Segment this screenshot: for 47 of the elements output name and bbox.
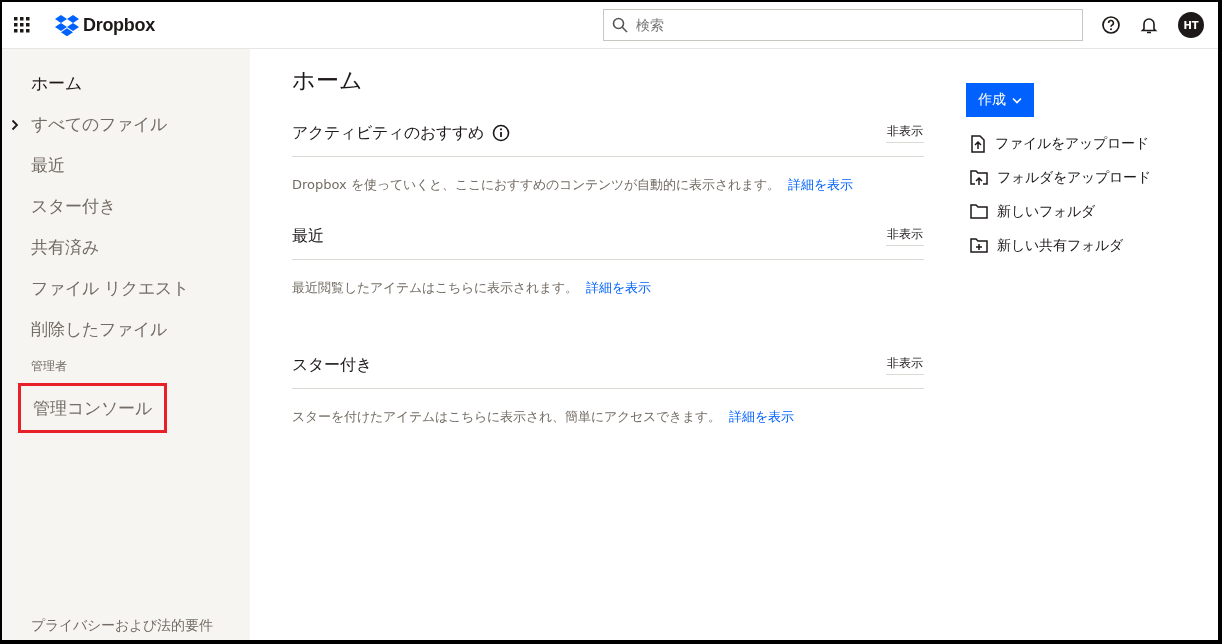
sidebar-item[interactable]: すべてのファイル xyxy=(2,104,250,145)
create-button[interactable]: 作成 xyxy=(966,83,1034,117)
search-field[interactable]: 検索 xyxy=(603,9,1083,41)
action-item[interactable]: ファイルをアップロード xyxy=(966,127,1151,161)
section-heading: 管理者 xyxy=(30,358,68,375)
section-message: 最近閲覧したアイテムはこちらに表示されます。 xyxy=(292,279,578,297)
user-avatar[interactable]: HT xyxy=(1178,12,1204,38)
action-item[interactable]: フォルダをアップロード xyxy=(966,161,1151,195)
section-message: スターを付けたアイテムはこちらに表示され、簡単にアクセスできます。 xyxy=(292,408,721,426)
privacy-link[interactable]: プライバシーおよび法的要件 xyxy=(31,614,216,636)
app-grid-icon[interactable] xyxy=(14,17,30,33)
chevron-right-icon xyxy=(11,119,19,131)
info-icon[interactable] xyxy=(492,124,510,142)
action-item[interactable]: 新しい共有フォルダ xyxy=(966,229,1151,263)
file-upload-icon xyxy=(970,135,986,153)
chevron-down-icon xyxy=(1012,96,1022,104)
folder-upload-icon xyxy=(970,170,988,186)
hide-button[interactable]: 非表示 xyxy=(886,226,924,246)
sidebar-item[interactable]: スター付き xyxy=(2,186,250,227)
hide-button[interactable]: 非表示 xyxy=(886,123,924,143)
admin-console-link[interactable]: 管理コンソール xyxy=(18,383,167,433)
sidebar-item[interactable]: 最近 xyxy=(2,145,250,186)
action-label: 新しいフォルダ xyxy=(997,203,1095,221)
section-message: Dropbox を使っていくと、ここにおすすめのコンテンツが自動的に表示されます。 xyxy=(292,176,780,194)
search-icon xyxy=(612,17,628,33)
action-item[interactable]: 新しいフォルダ xyxy=(966,195,1151,229)
section-title: アクティビティのおすすめ xyxy=(292,122,484,144)
details-link[interactable]: 詳細を表示 xyxy=(787,176,853,194)
action-label: ファイルをアップロード xyxy=(995,135,1149,153)
sidebar-item[interactable]: ファイル リクエスト xyxy=(2,268,250,309)
action-label: 新しい共有フォルダ xyxy=(997,237,1123,255)
sidebar-item[interactable]: 共有済み xyxy=(2,227,250,268)
action-label: フォルダをアップロード xyxy=(997,169,1151,187)
sidebar-item[interactable]: ホーム xyxy=(2,63,250,104)
details-link[interactable]: 詳細を表示 xyxy=(586,279,651,297)
notification-bell-icon[interactable] xyxy=(1139,15,1159,35)
folder-icon xyxy=(970,204,988,220)
folder-plus-icon xyxy=(970,238,988,254)
page-title: ホーム xyxy=(292,66,364,95)
dropbox-logo-icon xyxy=(55,14,79,36)
brand-name: Dropbox xyxy=(83,14,155,36)
help-icon[interactable] xyxy=(1101,15,1121,35)
sidebar-item[interactable]: 削除したファイル xyxy=(2,309,250,350)
hide-button[interactable]: 非表示 xyxy=(886,355,924,375)
details-link[interactable]: 詳細を表示 xyxy=(729,408,794,426)
section-title: 最近 xyxy=(292,225,324,247)
section-title: スター付き xyxy=(292,354,372,376)
